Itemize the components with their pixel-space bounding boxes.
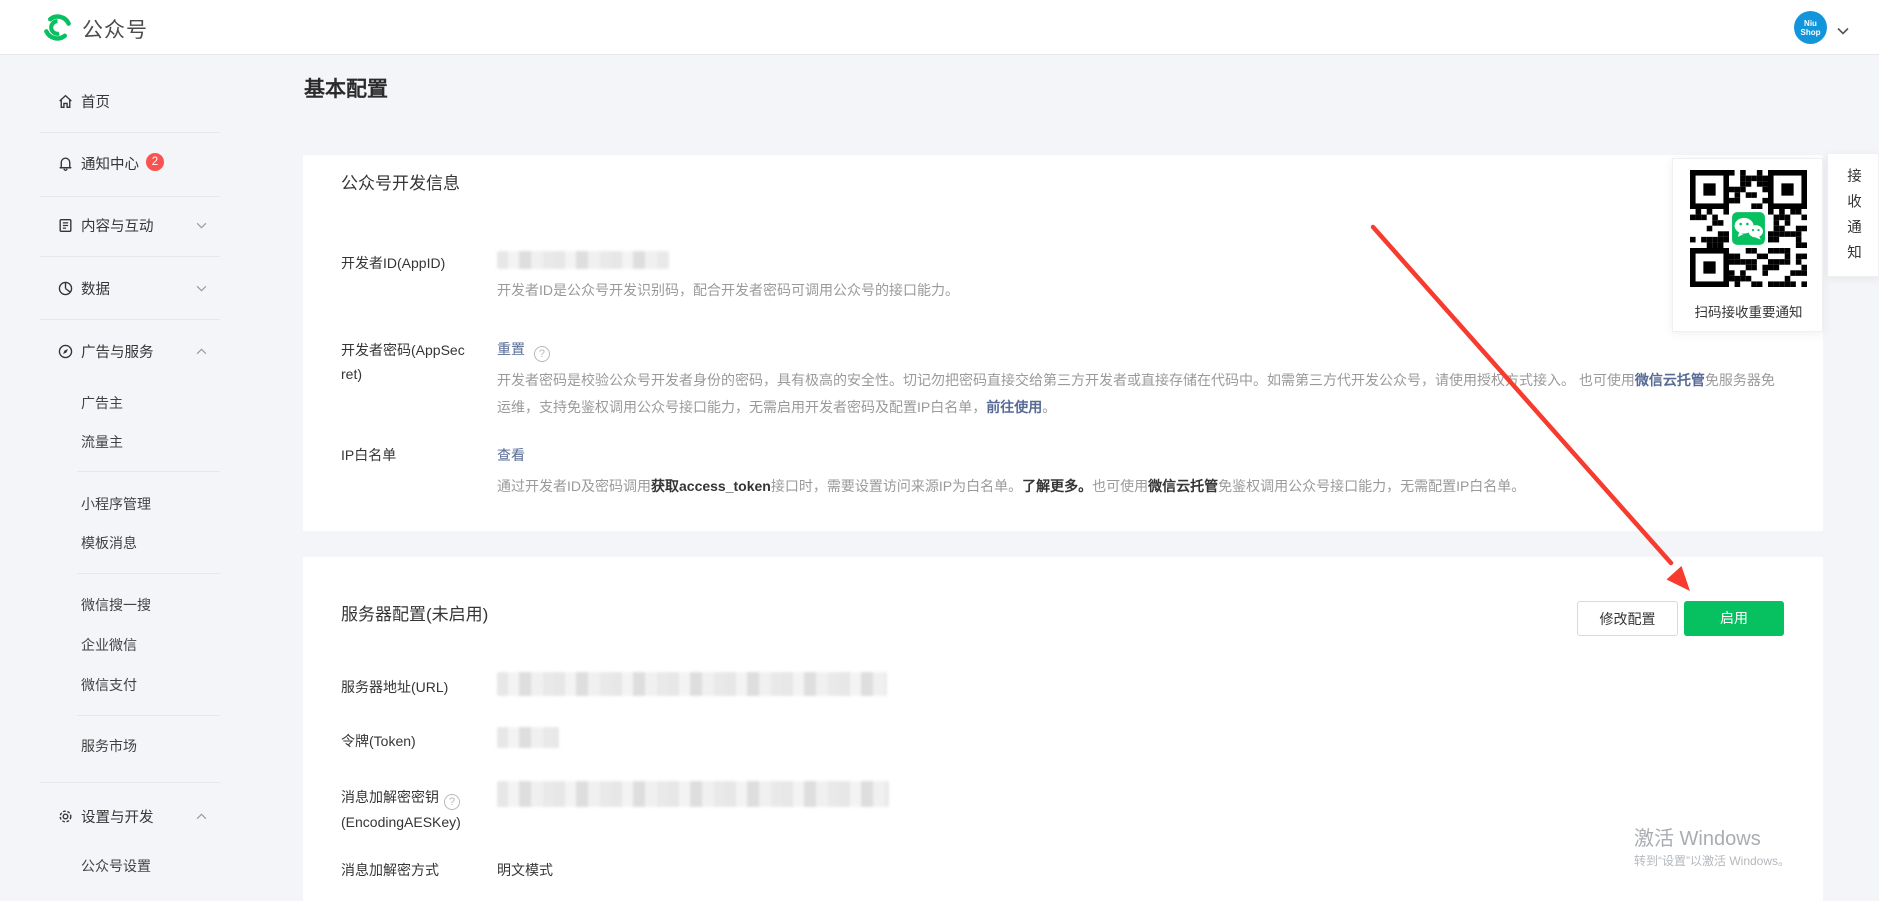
modify-config-button[interactable]: 修改配置 (1577, 601, 1678, 636)
content-icon (56, 216, 74, 234)
goto-use-link[interactable]: 前往使用 (986, 399, 1042, 415)
wechat-logo-icon (1731, 211, 1767, 247)
aeskey-label: 消息加解密密钥? (EncodingAESKey) (341, 785, 461, 834)
appsecret-desc: 开发者密码是校验公众号开发者身份的密码，具有极高的安全性。切记勿把密码直接交给第… (497, 367, 1775, 421)
dev-info-card: 公众号开发信息 开发者ID(AppID) 开发者ID是公众号开发识别码，配合开发… (303, 155, 1823, 531)
sidebar-subitem-miniprogram[interactable]: 小程序管理 (0, 490, 240, 518)
sidebar-item-ads-services[interactable]: 广告与服务 (0, 336, 240, 366)
appid-label: 开发者ID(AppID) (341, 253, 445, 273)
help-icon[interactable]: ? (444, 794, 460, 810)
sidebar-item-settings-dev[interactable]: 设置与开发 (0, 801, 240, 831)
token-value-redacted (497, 727, 559, 748)
sidebar-divider (40, 782, 220, 783)
receive-notify-tab[interactable]: 接收通知 (1827, 153, 1879, 277)
sidebar-subitem-service-market[interactable]: 服务市场 (0, 732, 240, 760)
sidebar-item-data[interactable]: 数据 (0, 273, 240, 303)
sidebar-item-home[interactable]: 首页 (0, 86, 240, 116)
help-icon[interactable]: ? (534, 346, 550, 362)
token-label: 令牌(Token) (341, 731, 416, 751)
sidebar-nav: 首页 通知中心 2 内容与互动 数据 (0, 55, 240, 901)
ip-whitelist-actions: 查看 (497, 445, 525, 465)
sidebar-divider (77, 715, 220, 716)
chevron-up-icon (196, 808, 207, 824)
sidebar-divider (40, 132, 220, 133)
server-config-section-title: 服务器配置(未启用) (341, 600, 488, 625)
server-url-value-redacted (497, 672, 887, 696)
home-icon (56, 92, 74, 110)
account-chevron-down-icon[interactable] (1837, 22, 1849, 40)
access-token-link[interactable]: 获取access_token (651, 478, 771, 494)
sidebar-subitem-wechat-search[interactable]: 微信搜一搜 (0, 591, 240, 619)
sidebar-subitem-traffic-owner[interactable]: 流量主 (0, 428, 240, 456)
top-header: 公众号 Niu Shop (0, 0, 1879, 55)
sidebar-subitem-account-settings[interactable]: 公众号设置 (0, 852, 240, 880)
gear-icon (56, 807, 74, 825)
compass-icon (56, 342, 74, 360)
ip-whitelist-label: IP白名单 (341, 445, 396, 465)
bell-icon (56, 154, 74, 172)
ip-whitelist-desc: 通过开发者ID及密码调用获取access_token接口时，需要设置访问来源IP… (497, 473, 1787, 500)
appsecret-actions: 重置 ? (497, 339, 550, 362)
enable-button[interactable]: 启用 (1684, 601, 1784, 636)
sidebar-divider (40, 319, 220, 320)
receive-notify-label: 接收通知 (1843, 168, 1864, 270)
page-title: 基本配置 (304, 73, 388, 103)
sidebar-subitem-wecom[interactable]: 企业微信 (0, 631, 240, 659)
sidebar-item-content-interaction[interactable]: 内容与互动 (0, 210, 240, 240)
appid-value-redacted (497, 251, 669, 269)
sidebar-divider (77, 573, 220, 574)
sidebar-subitem-advertiser[interactable]: 广告主 (0, 389, 240, 417)
qr-code (1690, 170, 1807, 287)
account-avatar[interactable]: Niu Shop (1794, 11, 1827, 44)
sidebar-subitem-wechat-pay[interactable]: 微信支付 (0, 671, 240, 699)
server-url-label: 服务器地址(URL) (341, 677, 448, 697)
chevron-down-icon (196, 217, 207, 233)
aeskey-value-redacted (497, 781, 889, 807)
wechat-mp-admin: 公众号 Niu Shop 首页 通知中心 2 (0, 0, 1879, 901)
appid-desc: 开发者ID是公众号开发识别码，配合开发者密码可调用公众号的接口能力。 (497, 277, 959, 304)
qr-caption: 扫码接收重要通知 (1673, 301, 1824, 321)
sidebar-item-notification-center[interactable]: 通知中心 2 (0, 148, 240, 178)
reset-link[interactable]: 重置 (497, 341, 525, 357)
server-config-card: 服务器配置(未启用) 修改配置 启用 服务器地址(URL) 令牌(Token) … (303, 557, 1823, 901)
encrypt-mode-label: 消息加解密方式 (341, 860, 439, 880)
chevron-up-icon (196, 343, 207, 359)
appsecret-label: 开发者密码(AppSec ret) (341, 338, 465, 386)
sidebar-divider (40, 256, 220, 257)
sidebar-subitem-template-message[interactable]: 模板消息 (0, 529, 240, 557)
data-pie-icon (56, 279, 74, 297)
wechat-official-logo-icon (42, 12, 73, 43)
dev-info-section-title: 公众号开发信息 (341, 169, 460, 194)
qr-notify-panel: 扫码接收重要通知 (1672, 158, 1823, 332)
wechat-cloud-em[interactable]: 微信云托管 (1148, 478, 1218, 494)
learn-more-link[interactable]: 了解更多。 (1022, 478, 1092, 494)
sidebar-divider (40, 196, 220, 197)
wechat-cloud-link[interactable]: 微信云托管 (1635, 372, 1705, 388)
encrypt-mode-value: 明文模式 (497, 860, 553, 880)
chevron-down-icon (196, 280, 207, 296)
app-title: 公众号 (82, 14, 148, 44)
view-link[interactable]: 查看 (497, 447, 525, 463)
notification-badge: 2 (146, 153, 164, 171)
sidebar-divider (77, 471, 220, 472)
